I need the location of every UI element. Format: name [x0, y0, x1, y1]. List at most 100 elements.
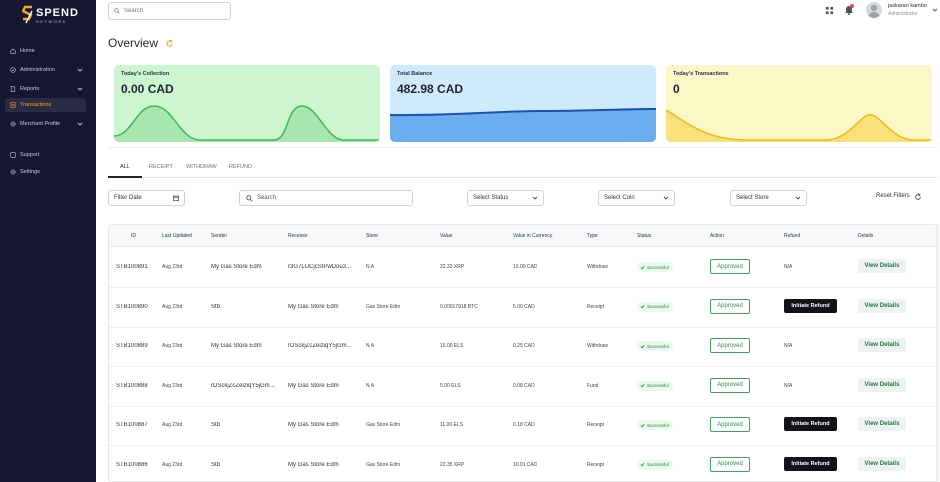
tab-withdraw[interactable]: WITHDRAW [186, 164, 217, 170]
table-scrollbar[interactable] [936, 224, 939, 482]
user-name[interactable]: jaskaran kambo [888, 3, 927, 9]
cell-sender: Stb [211, 303, 221, 310]
initiate-refund-button[interactable]: Initiate Refund [784, 417, 837, 431]
home-icon [10, 48, 16, 54]
doc-icon [10, 86, 16, 92]
view-details-button[interactable]: View Details [858, 456, 906, 471]
reset-filters-button[interactable]: Reset Filters [876, 193, 910, 199]
sidebar-item-transactions[interactable]: Transactions [5, 98, 86, 112]
refresh-icon[interactable] [165, 39, 174, 48]
initiate-refund-button[interactable]: Initiate Refund [784, 298, 837, 313]
status-badge: Successful [637, 301, 673, 312]
chevron-down-icon [77, 86, 83, 92]
approved-button[interactable]: Approved [710, 259, 750, 274]
initiate-refund-button[interactable]: Initiate Refund [784, 456, 837, 471]
chevron-down-icon [77, 67, 83, 73]
chevron-down-icon[interactable] [932, 7, 938, 13]
column-header: ID [131, 233, 136, 239]
brand-logo[interactable]: SPEND NETWORK [22, 5, 78, 27]
top-search-input[interactable] [124, 8, 224, 14]
sidebar-item-settings[interactable]: Settings [5, 165, 86, 179]
tab-all[interactable]: ALL [120, 164, 130, 170]
filter-store-select[interactable]: Select Store [730, 190, 807, 206]
cell-currency: 0.18 CAD [513, 422, 535, 428]
view-details-button[interactable]: View Details [858, 377, 906, 392]
status-badge-label: Successful [647, 343, 669, 349]
cell-id: STB100886 [116, 461, 148, 468]
sidebar: SPEND NETWORK Home Administration Reports T… [0, 0, 96, 482]
filter-status-select[interactable]: Select Status [467, 190, 544, 206]
avatar[interactable] [866, 2, 882, 18]
filter-coin-select[interactable]: Select Coin [598, 190, 675, 206]
receipt-icon [10, 102, 16, 108]
approved-button[interactable]: Approved [710, 338, 750, 353]
view-details-button[interactable]: View Details [858, 338, 906, 352]
column-header: Type [587, 233, 598, 239]
cell-value: 0.00017918 BTC [440, 303, 478, 310]
view-details-button[interactable]: View Details [858, 298, 906, 313]
cell-store: N A [366, 264, 375, 270]
cell-type: Receipt [587, 422, 604, 428]
status-badge: Successful [637, 341, 673, 351]
cell-sender: rDSckjZcZeiziqY5jGm... [211, 382, 275, 389]
sidebar-item-home[interactable]: Home [5, 44, 86, 58]
tab-refund[interactable]: REFUND [229, 164, 252, 170]
card-total-balance: Total Balance 482.98 CAD [390, 65, 656, 142]
cell-receiver: My Gas Store Edm [288, 422, 339, 428]
sidebar-item-merchant-profile[interactable]: Merchant Profile [5, 117, 86, 131]
approved-button[interactable]: Approved [710, 456, 750, 472]
status-badge: Successful [637, 262, 673, 272]
tab-receipt[interactable]: RECEIPT [149, 164, 173, 170]
approved-button[interactable]: Approved [710, 298, 750, 314]
status-badge-label: Successful [647, 383, 669, 388]
refund-na: N/A [784, 382, 793, 389]
sidebar-item-label: Merchant Profile [20, 121, 61, 127]
cell-id: STB100887 [116, 422, 148, 428]
apps-grid-icon[interactable] [825, 6, 834, 15]
approved-button[interactable]: Approved [710, 417, 750, 432]
card-label: Today's Collection [121, 71, 170, 77]
user-avatar-icon [868, 4, 880, 18]
refresh-icon[interactable] [914, 193, 922, 201]
cell-store: Gas Store Edm [366, 303, 401, 310]
cell-value: 15.00 ELS [440, 343, 464, 349]
card-value: 482.98 CAD [397, 82, 464, 96]
view-details-button[interactable]: View Details [858, 259, 906, 273]
cell-store: Gas Store Edm [366, 422, 401, 428]
cell-updated: Aug 23rd [162, 422, 183, 428]
table-row: STB100887 Aug 23rd Stb My Gas Store Edm Gas … [109, 406, 937, 446]
gear-icon [10, 121, 16, 127]
sidebar-item-label: Settings [20, 169, 40, 175]
cell-id: STB100889 [116, 343, 148, 349]
top-search[interactable] [108, 2, 231, 20]
filter-date[interactable]: Filter Date [108, 190, 185, 206]
transactions-table: ID Last Updated Sender Receiver Store Value Va… [108, 224, 938, 482]
calendar-icon [173, 195, 179, 201]
section-divider [108, 147, 938, 148]
sidebar-item-administration[interactable]: Administration [5, 63, 86, 77]
status-badge-label: Successful [647, 462, 669, 467]
cell-receiver: My Gas Store Edm [288, 382, 339, 389]
collection-wave [114, 105, 380, 142]
cell-sender: My Gas Store Edm [211, 343, 262, 349]
filter-search[interactable]: Search [239, 190, 413, 206]
sidebar-item-label: Support [20, 152, 40, 158]
cell-sender: Stb [211, 461, 221, 468]
cell-sender: My Gas Store Edm [211, 264, 262, 270]
sidebar-item-support[interactable]: Support [5, 148, 86, 162]
status-badge: Successful [637, 420, 673, 430]
column-header: Value [440, 233, 453, 239]
sidebar-item-reports[interactable]: Reports [5, 82, 86, 96]
table-row: STB100886 Aug 23rd Stb My Gas Store Edm Gas … [109, 446, 937, 482]
approved-button[interactable]: Approved [710, 377, 750, 393]
gear-icon [10, 169, 16, 175]
brand-name: SPEND [36, 7, 79, 19]
cell-type: Receipt [587, 303, 604, 310]
view-details-button[interactable]: View Details [858, 417, 906, 431]
column-header: Refund [784, 233, 801, 239]
cell-value: 5.00 ELS [440, 382, 461, 389]
cell-receiver: My Gas Store Edm [288, 461, 339, 468]
table-header: ID Last Updated Sender Receiver Store Value Va… [109, 225, 937, 247]
check-icon [640, 304, 645, 309]
sidebar-item-label: Home [20, 48, 35, 54]
